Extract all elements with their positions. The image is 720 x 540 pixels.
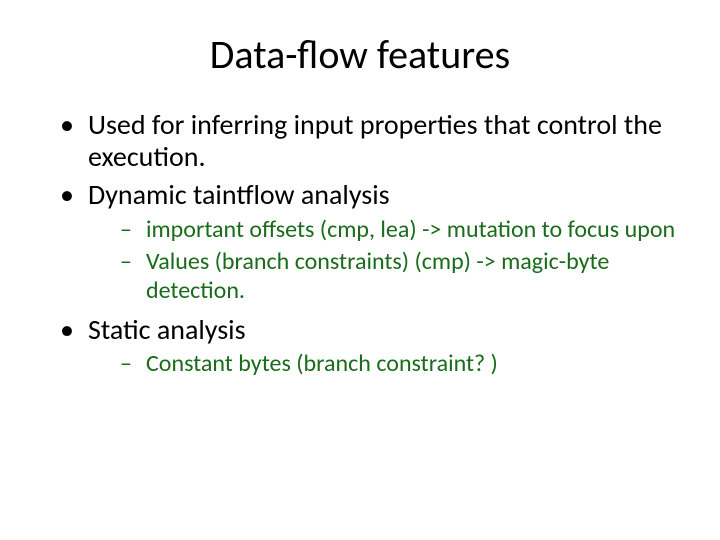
- bullet-text: Dynamic taintflow analysis: [88, 177, 390, 212]
- sub-bullet-item: important offsets (cmp, lea) -> mutation…: [120, 216, 690, 245]
- sub-bullet-text: Constant bytes (branch constraint? ): [146, 349, 498, 378]
- sub-bullet-item: Values (branch constraints) (cmp) -> mag…: [120, 248, 690, 306]
- bullet-item: Used for inferring input properties that…: [60, 109, 690, 173]
- bullet-text: Static analysis: [88, 312, 246, 347]
- sub-bullet-text: Values (branch constraints) (cmp) -> mag…: [146, 247, 609, 305]
- slide: Data-flow features Used for inferring in…: [0, 0, 720, 540]
- bullet-text: Used for inferring input properties that…: [88, 107, 662, 174]
- sub-bullet-item: Constant bytes (branch constraint? ): [120, 350, 690, 379]
- bullet-item: Static analysis Constant bytes (branch c…: [60, 314, 690, 379]
- sub-bullet-list: important offsets (cmp, lea) -> mutation…: [120, 216, 690, 306]
- slide-title: Data-flow features: [30, 30, 690, 79]
- bullet-list: Used for inferring input properties that…: [60, 109, 690, 379]
- sub-bullet-text: important offsets (cmp, lea) -> mutation…: [146, 215, 675, 244]
- sub-bullet-list: Constant bytes (branch constraint? ): [120, 350, 690, 379]
- bullet-item: Dynamic taintflow analysis important off…: [60, 179, 690, 306]
